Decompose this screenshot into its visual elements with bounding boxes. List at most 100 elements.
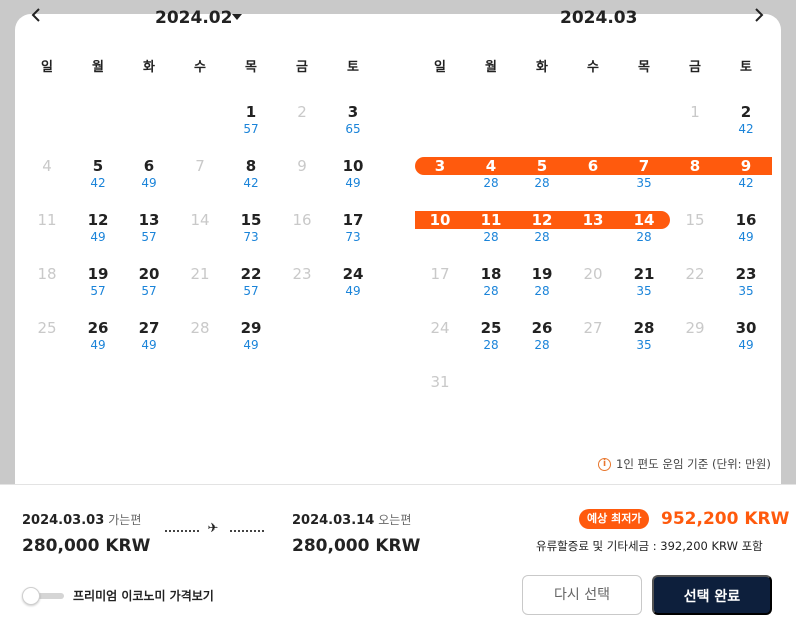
calendar-day[interactable]: 10 49 <box>329 156 377 190</box>
day-number: 2 <box>740 103 752 121</box>
day-number: 6 <box>587 157 599 175</box>
calendar-day[interactable]: 26 49 <box>74 318 122 352</box>
calendar-day: 17 <box>416 264 464 284</box>
calendar-day[interactable]: 26 28 <box>518 318 566 352</box>
departure-date: 2024.03.03 가는편 <box>22 512 141 528</box>
calendar-day[interactable]: 19 28 <box>518 264 566 298</box>
month-dropdown-caret-icon[interactable] <box>232 14 242 20</box>
day-fare: 73 <box>345 230 361 244</box>
calendar-day[interactable]: 14 28 <box>620 210 668 244</box>
day-number: 29 <box>685 319 705 337</box>
calendar-day[interactable]: 17 73 <box>329 210 377 244</box>
day-number: 14 <box>190 211 210 229</box>
calendar-day[interactable]: 25 28 <box>467 318 515 352</box>
calendar-day: 29 <box>671 318 719 338</box>
day-fare: 49 <box>738 230 754 244</box>
day-number: 20 <box>138 265 160 283</box>
calendar-day[interactable]: 9 42 <box>722 156 770 190</box>
calendar-day[interactable]: 20 57 <box>125 264 173 298</box>
weekday-label: 화 <box>143 60 155 75</box>
prev-month-button[interactable] <box>27 6 45 26</box>
month-title-left[interactable]: 2024.02 <box>155 7 232 29</box>
return-date-value: 2024.03.14 <box>292 513 375 528</box>
day-number: 17 <box>430 265 450 283</box>
calendar-day[interactable]: 29 49 <box>227 318 275 352</box>
calendar-day[interactable]: 3 <box>416 156 464 176</box>
day-fare: 28 <box>534 284 550 298</box>
calendar-day[interactable]: 7 35 <box>620 156 668 190</box>
day-fare: 49 <box>243 338 259 352</box>
calendar-day[interactable]: 12 49 <box>74 210 122 244</box>
calendar-day[interactable]: 23 35 <box>722 264 770 298</box>
calendar-day[interactable]: 2 42 <box>722 102 770 136</box>
calendar-day[interactable]: 16 49 <box>722 210 770 244</box>
day-fare: 57 <box>243 284 259 298</box>
day-fare: 49 <box>141 176 157 190</box>
day-number: 12 <box>87 211 109 229</box>
day-fare: 65 <box>345 122 361 136</box>
day-number: 29 <box>240 319 262 337</box>
day-fare: 73 <box>243 230 259 244</box>
calendar-day[interactable]: 18 28 <box>467 264 515 298</box>
tax-note: 유류할증료 및 기타세금 : 392,200 KRW 포함 <box>536 539 763 553</box>
calendar-day[interactable]: 30 49 <box>722 318 770 352</box>
day-fare: 49 <box>738 338 754 352</box>
confirm-selection-button[interactable]: 선택 완료 <box>652 575 772 615</box>
calendar-day[interactable]: 19 57 <box>74 264 122 298</box>
day-fare: 28 <box>636 230 652 244</box>
calendar-day[interactable]: 11 28 <box>467 210 515 244</box>
calendar-day[interactable]: 5 28 <box>518 156 566 190</box>
day-number: 18 <box>37 265 57 283</box>
weekday-label: 일 <box>41 60 53 75</box>
calendar-day: 4 <box>23 156 71 176</box>
day-number: 24 <box>430 319 450 337</box>
day-number: 2 <box>297 103 307 121</box>
day-number: 21 <box>190 265 210 283</box>
weekday-label: 월 <box>92 60 104 75</box>
day-fare: 49 <box>345 176 361 190</box>
weekday-label: 금 <box>689 60 701 75</box>
day-number: 11 <box>480 211 502 229</box>
day-number: 7 <box>638 157 650 175</box>
day-number: 28 <box>633 319 655 337</box>
reset-selection-button[interactable]: 다시 선택 <box>522 575 642 615</box>
day-number: 26 <box>531 319 553 337</box>
route-dots <box>230 530 264 532</box>
weekday-label: 목 <box>638 60 650 75</box>
calendar-day[interactable]: 15 73 <box>227 210 275 244</box>
calendar-day[interactable]: 3 65 <box>329 102 377 136</box>
premium-economy-toggle[interactable] <box>22 587 64 605</box>
day-fare: 57 <box>141 230 157 244</box>
calendar-day[interactable]: 21 35 <box>620 264 668 298</box>
next-month-button[interactable] <box>750 6 768 26</box>
calendar-day[interactable]: 6 <box>569 156 617 176</box>
calendar-day: 23 <box>278 264 326 284</box>
day-number: 31 <box>430 373 450 391</box>
lowest-price-badge: 예상 최저가 <box>579 509 650 529</box>
calendar-day[interactable]: 13 57 <box>125 210 173 244</box>
day-fare: 35 <box>636 176 652 190</box>
day-fare: 28 <box>534 230 550 244</box>
calendar-day[interactable]: 22 57 <box>227 264 275 298</box>
calendar-day[interactable]: 4 28 <box>467 156 515 190</box>
calendar-day[interactable]: 6 49 <box>125 156 173 190</box>
calendar-day[interactable]: 13 <box>569 210 617 230</box>
day-number: 9 <box>740 157 752 175</box>
calendar-day[interactable]: 1 57 <box>227 102 275 136</box>
day-number: 24 <box>342 265 364 283</box>
calendar-day[interactable]: 28 35 <box>620 318 668 352</box>
day-number: 18 <box>480 265 502 283</box>
calendar-day: 7 <box>176 156 224 176</box>
calendar-day[interactable]: 12 28 <box>518 210 566 244</box>
calendar-day[interactable]: 5 42 <box>74 156 122 190</box>
calendar-day[interactable]: 27 49 <box>125 318 173 352</box>
day-fare: 49 <box>141 338 157 352</box>
calendar-day[interactable]: 24 49 <box>329 264 377 298</box>
premium-economy-label[interactable]: 프리미엄 이코노미 가격보기 <box>73 588 214 604</box>
day-number: 20 <box>583 265 603 283</box>
day-number: 1 <box>245 103 257 121</box>
calendar-day[interactable]: 8 <box>671 156 719 176</box>
day-fare: 42 <box>90 176 106 190</box>
calendar-day[interactable]: 8 42 <box>227 156 275 190</box>
calendar-day[interactable]: 10 <box>416 210 464 230</box>
